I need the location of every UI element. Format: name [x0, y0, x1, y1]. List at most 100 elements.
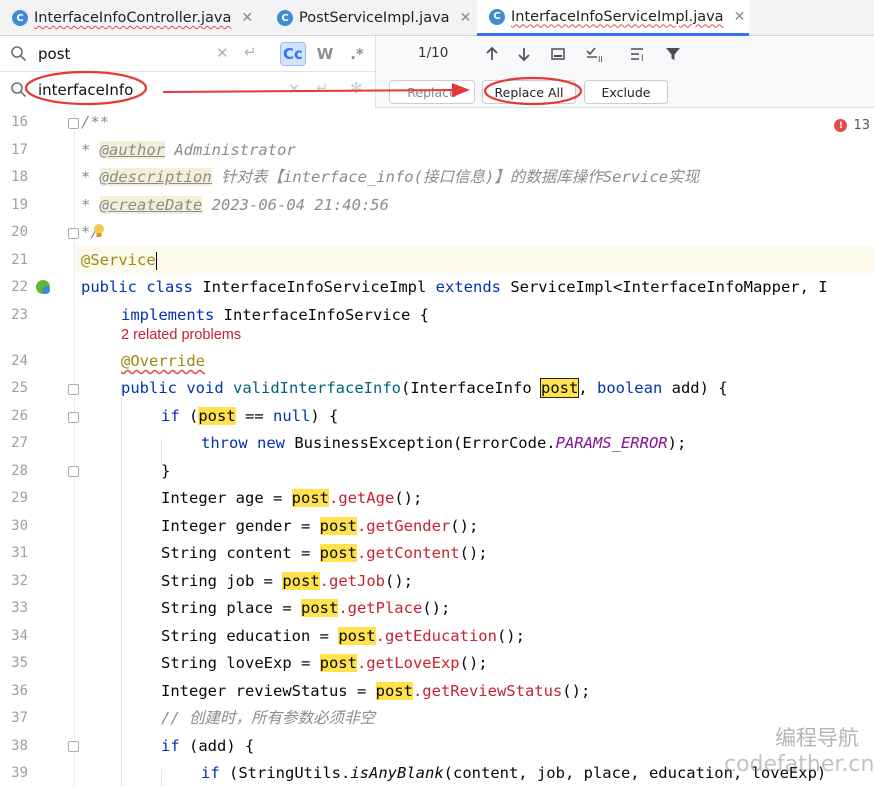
method-call: .getLoveExp	[356, 654, 460, 672]
regex-toggle[interactable]: .*	[344, 42, 370, 66]
method-call: .getGender	[356, 517, 451, 535]
search-input[interactable]: post	[38, 45, 70, 63]
code-text: String education =	[161, 627, 339, 645]
match-case-toggle[interactable]: Cc	[280, 42, 306, 66]
preserve-case-icon[interactable]: ✻	[350, 79, 363, 97]
code-text: ();	[394, 489, 423, 507]
replace-button[interactable]: Replace	[389, 80, 475, 104]
tab-post-service-impl[interactable]: C PostServiceImpl.java ✕	[265, 0, 475, 36]
line-number: 22	[11, 279, 28, 295]
code-line-19: * @createDate 2023-06-04 21:40:56	[81, 192, 389, 219]
tab-label: PostServiceImpl.java	[299, 10, 450, 26]
fold-icon[interactable]	[68, 384, 79, 395]
method-call: .getContent	[356, 544, 460, 562]
fold-icon[interactable]	[68, 118, 79, 129]
search-field[interactable]: post ✕ ↵ Cc W .*	[0, 36, 376, 72]
select-all-occurrences-icon[interactable]	[546, 42, 570, 66]
clear-icon[interactable]: ✕	[288, 80, 301, 98]
close-icon[interactable]: ✕	[460, 10, 472, 26]
line-number: 28	[11, 463, 28, 479]
editor-tab-bar: C InterfaceInfoController.java ✕ C PostS…	[0, 0, 874, 36]
javadoc-description-tag: @description	[99, 168, 212, 186]
tab-interface-info-controller[interactable]: C InterfaceInfoController.java ✕	[0, 0, 263, 36]
related-problems-hint[interactable]: 2 related problems	[121, 327, 241, 343]
new-line-icon[interactable]: ↵	[316, 79, 329, 97]
search-match-current: post	[539, 378, 580, 398]
code-text: ==	[235, 407, 273, 425]
next-occurrence-icon[interactable]	[512, 42, 536, 66]
code-text: }	[161, 462, 171, 480]
code-text: Integer age =	[161, 489, 292, 507]
line-number: 35	[11, 655, 28, 671]
tab-interface-info-service-impl[interactable]: C InterfaceInfoServiceImpl.java ✕	[477, 0, 749, 36]
method-call: .getEducation	[375, 627, 497, 645]
javadoc-createdate-value: 2023-06-04 21:40:56	[202, 196, 389, 214]
code-line-37: // 创建时，所有参数必须非空	[161, 705, 375, 732]
search-match: post	[375, 682, 413, 700]
fold-icon[interactable]	[68, 412, 79, 423]
code-line-30: Integer gender = post.getGender();	[161, 513, 478, 540]
java-class-icon: C	[489, 8, 505, 25]
whole-words-toggle[interactable]: W	[312, 42, 338, 66]
exclude-button[interactable]: Exclude	[584, 80, 668, 104]
javadoc-open: /**	[81, 113, 109, 131]
constant: PARAMS_ERROR	[555, 434, 668, 452]
code-text: ();	[459, 544, 488, 562]
filter-icon[interactable]	[661, 42, 685, 66]
javadoc-star: *	[81, 141, 100, 159]
code-text: BusinessException(ErrorCode.	[285, 434, 556, 452]
multiline-icon[interactable]: I	[627, 42, 651, 66]
tab-label: InterfaceInfoController.java	[34, 10, 232, 26]
inspection-widget[interactable]: ! 13	[834, 118, 870, 133]
line-number: 29	[11, 490, 28, 506]
code-editor[interactable]: 16 17 18 19 20 21 22 23 24 25 26 27 28 2…	[0, 108, 874, 787]
param-rest: add) {	[662, 379, 728, 397]
code-line-31: String content = post.getContent();	[161, 540, 488, 567]
keyword: if	[201, 764, 220, 782]
close-icon[interactable]: ✕	[241, 10, 253, 26]
fold-icon[interactable]	[68, 741, 79, 752]
line-number: 38	[11, 738, 28, 754]
spring-bean-icon[interactable]	[35, 279, 51, 295]
keyword: null	[273, 407, 311, 425]
keyword: throw	[201, 434, 248, 452]
replace-field[interactable]: interfaceInfo ✕ ↵ ✻	[0, 72, 376, 108]
code-line-24: @Override	[121, 348, 205, 375]
code-line-21: @Service	[81, 247, 157, 274]
indent-guide	[161, 769, 162, 787]
search-icon	[11, 46, 27, 62]
code-text: );	[667, 434, 687, 452]
code-line-22: public class InterfaceInfoServiceImpl ex…	[81, 274, 828, 301]
code-line-28: }	[161, 458, 170, 485]
method-call: .getReviewStatus	[412, 682, 563, 700]
fold-icon[interactable]	[68, 466, 79, 477]
find-replace-bar: post ✕ ↵ Cc W .* interfaceInfo ✕ ↵ ✻ 1/1…	[0, 36, 874, 108]
javadoc-star: *	[81, 196, 100, 214]
search-match: post	[282, 572, 320, 590]
line-number: 23	[11, 307, 28, 323]
replace-all-button[interactable]: Replace All	[482, 80, 576, 104]
code-text: Integer gender =	[161, 517, 320, 535]
line-number: 18	[11, 169, 28, 185]
code-line-33: String place = post.getPlace();	[161, 595, 450, 622]
search-match: post	[319, 517, 357, 535]
code-line-35: String loveExp = post.getLoveExp();	[161, 650, 488, 677]
code-line-26: if (post == null) {	[161, 403, 338, 430]
line-number: 26	[11, 408, 28, 424]
in-selection-icon[interactable]: II	[584, 42, 608, 66]
code-line-23: implements InterfaceInfoService {	[121, 302, 429, 329]
keyword: new	[257, 434, 286, 452]
static-method-call: isAnyBlank	[350, 764, 444, 782]
clear-icon[interactable]: ✕	[216, 44, 229, 62]
method-call: .getJob	[319, 572, 385, 590]
replace-input[interactable]: interfaceInfo	[38, 81, 133, 99]
override-annotation: @Override	[121, 352, 205, 370]
lightbulb-icon[interactable]	[93, 223, 105, 239]
previous-occurrence-icon[interactable]	[480, 42, 504, 66]
search-match: post	[319, 654, 357, 672]
code-text: String job =	[161, 572, 283, 590]
new-line-icon[interactable]: ↵	[244, 43, 257, 61]
close-icon[interactable]: ✕	[734, 9, 746, 25]
javadoc-author-tag: @author	[99, 141, 165, 159]
fold-icon[interactable]	[68, 228, 79, 239]
